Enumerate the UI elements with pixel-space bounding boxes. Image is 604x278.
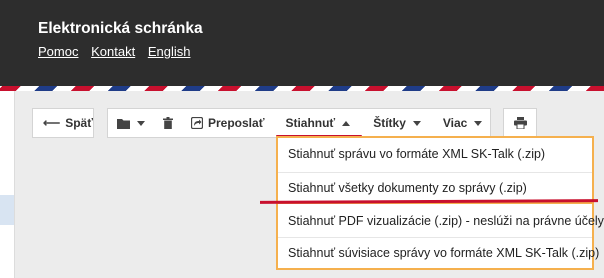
app-header: Elektronická schránka Pomoc Kontakt Engl… — [0, 0, 604, 86]
more-dropdown-button[interactable]: Viac — [432, 109, 493, 137]
menu-item-download-pdf[interactable]: Stiahnuť PDF vizualizácie (.zip) - neslú… — [288, 214, 604, 228]
forward-button-label: Preposlať — [208, 116, 265, 130]
menu-divider — [278, 172, 592, 173]
menu-item-download-xml[interactable]: Stiahnuť správu vo formáte XML SK-Talk (… — [288, 147, 545, 161]
tags-dropdown-button[interactable]: Štítky — [362, 109, 432, 137]
folder-dropdown-button[interactable] — [108, 109, 154, 137]
trash-icon — [163, 117, 173, 129]
tags-button-label: Štítky — [373, 116, 406, 130]
caret-down-icon — [474, 120, 483, 126]
app-title: Elektronická schránka — [38, 20, 203, 37]
print-button[interactable] — [504, 109, 537, 137]
more-button-label: Viac — [442, 116, 468, 130]
left-panel — [0, 91, 15, 278]
delete-button[interactable] — [154, 109, 182, 137]
caret-down-icon — [137, 120, 145, 126]
back-button-group: ⟵ Späť — [32, 108, 94, 138]
print-button-group — [503, 108, 537, 138]
caret-down-icon — [412, 120, 421, 126]
back-button[interactable]: ⟵ Späť — [33, 109, 103, 137]
message-actions-toolbar: Preposlať Stiahnuť Štítky Viac — [107, 108, 491, 138]
arrow-left-icon: ⟵ — [43, 116, 61, 130]
nav-link-pomoc[interactable]: Pomoc — [38, 44, 78, 59]
header-nav: Pomoc Kontakt English — [38, 44, 199, 59]
download-button-label: Stiahnuť — [285, 116, 336, 130]
caret-up-icon — [342, 120, 351, 126]
printer-icon — [513, 117, 527, 129]
menu-item-download-all-documents[interactable]: Stiahnuť všetky dokumenty zo správy (.zi… — [288, 181, 527, 195]
nav-link-kontakt[interactable]: Kontakt — [91, 44, 135, 59]
selected-row-highlight — [0, 195, 14, 225]
menu-item-download-related-xml[interactable]: Stiahnuť súvisiace správy vo formáte XML… — [288, 246, 599, 260]
download-dropdown-button[interactable]: Stiahnuť — [273, 109, 362, 137]
airmail-stripe — [0, 86, 604, 91]
share-icon — [191, 117, 203, 129]
menu-divider — [278, 237, 592, 238]
forward-button[interactable]: Preposlať — [182, 109, 273, 137]
folder-icon — [117, 118, 130, 129]
nav-link-english[interactable]: English — [148, 44, 191, 59]
back-button-label: Späť — [65, 116, 93, 130]
